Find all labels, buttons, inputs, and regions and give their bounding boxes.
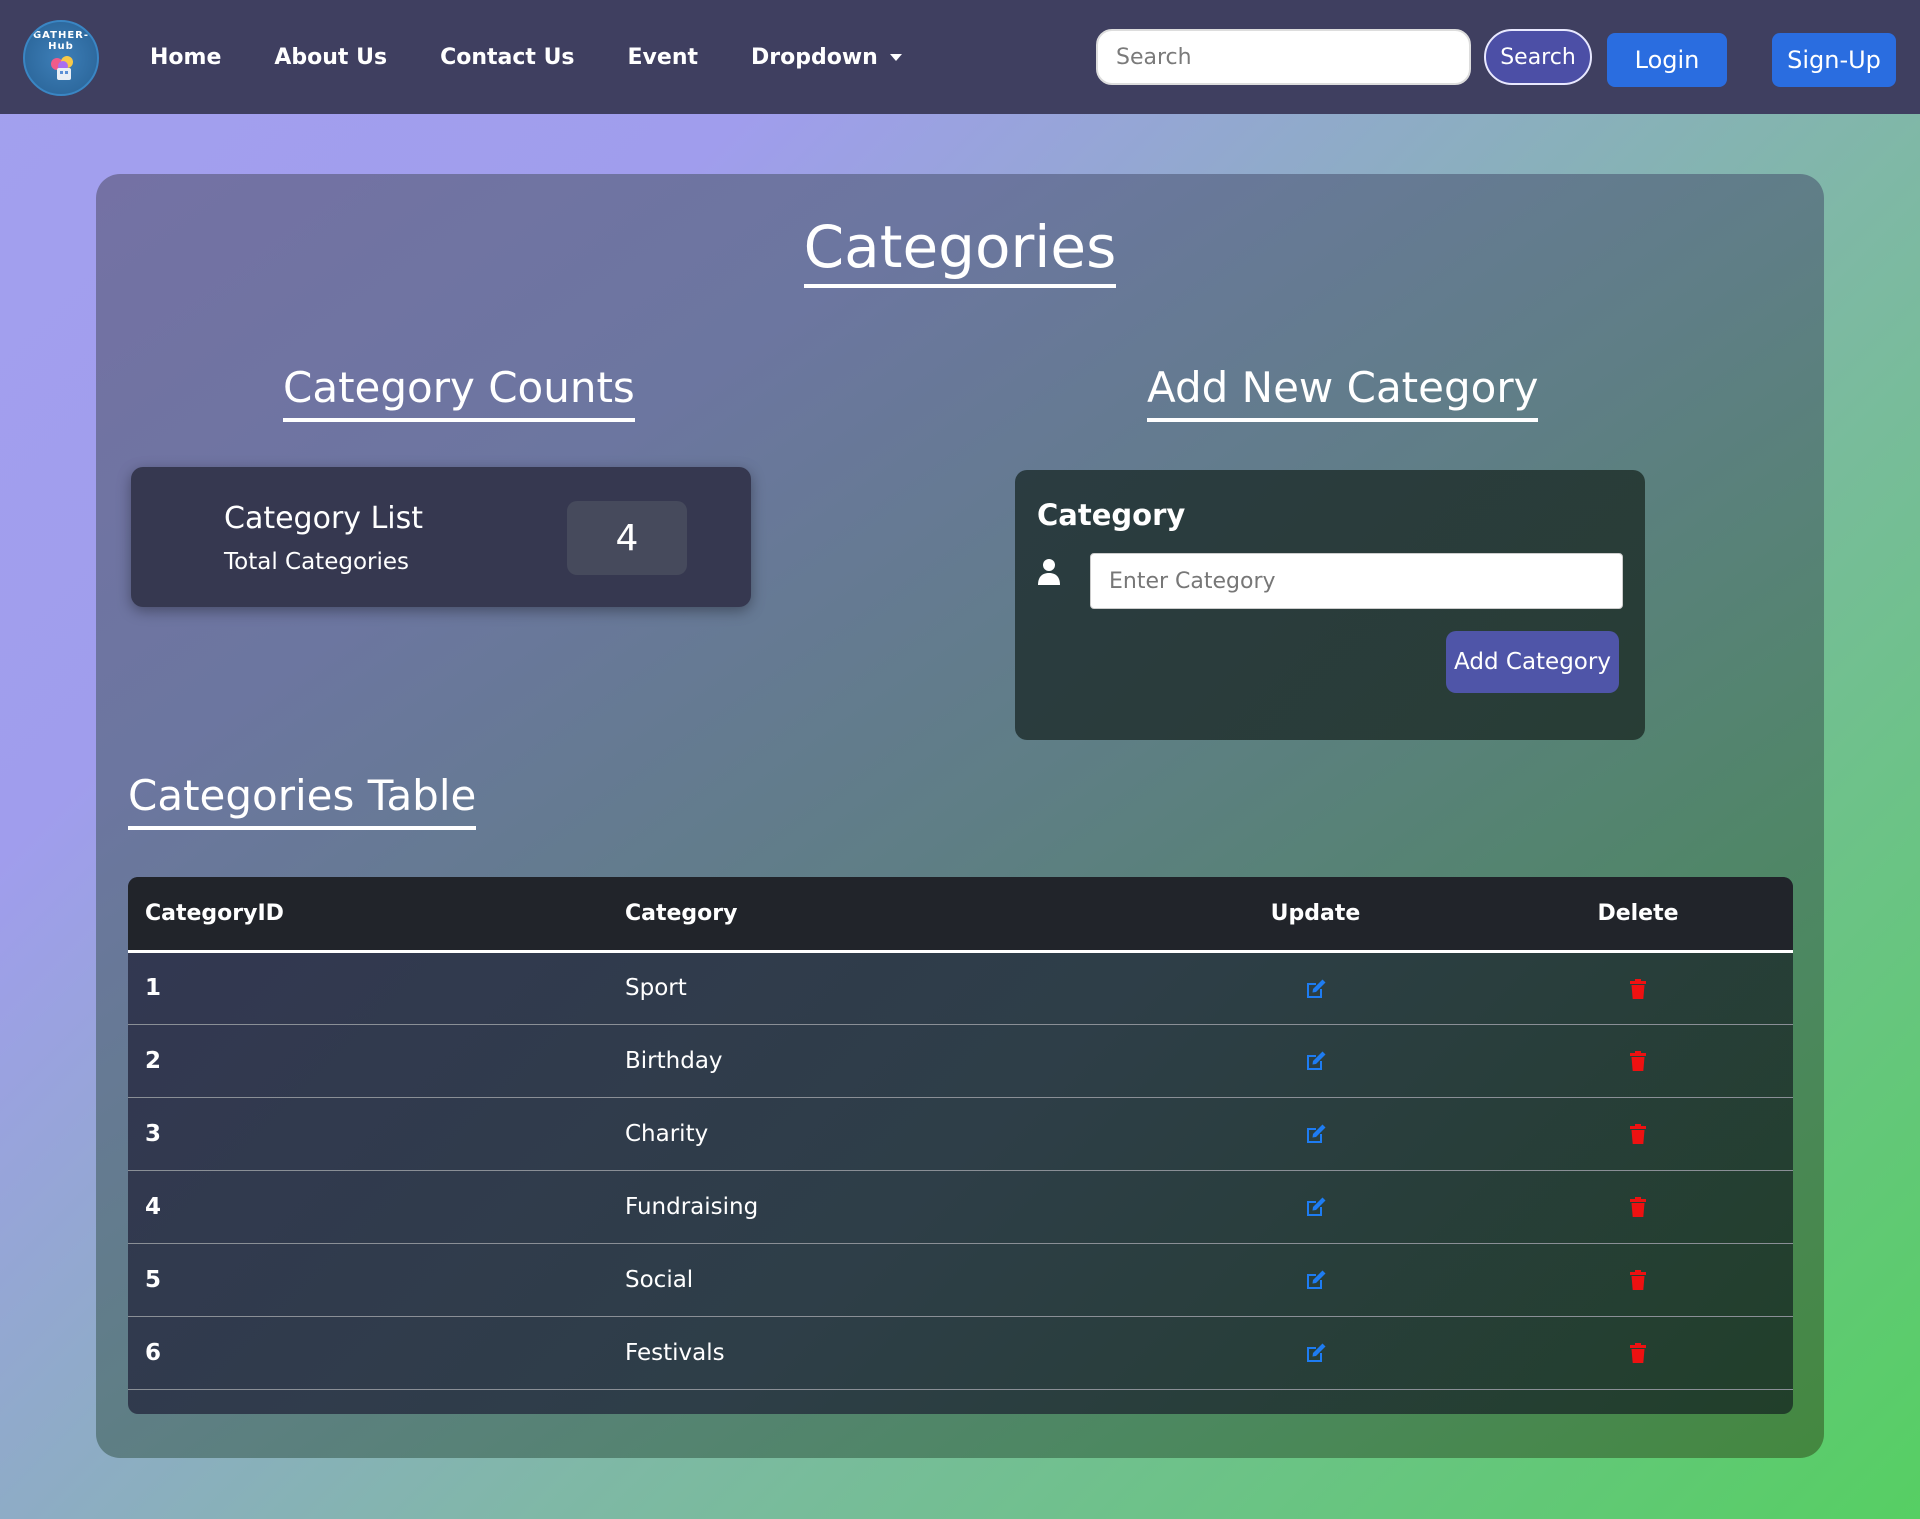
edit-icon[interactable]	[1304, 977, 1328, 1001]
caret-down-icon	[889, 53, 902, 61]
delete-cell	[1483, 1243, 1793, 1316]
nav-links: Home About Us Contact Us Event Dropdown	[150, 0, 955, 114]
nav-home-link[interactable]: Home	[150, 45, 221, 70]
delete-cell	[1483, 1316, 1793, 1389]
category-id-cell: 4	[145, 1193, 162, 1220]
trash-icon[interactable]	[1626, 1195, 1650, 1219]
table-row: 2 Birthday	[128, 1024, 1793, 1097]
edit-icon[interactable]	[1304, 1049, 1328, 1073]
main-card: Categories Category Counts Add New Categ…	[96, 174, 1824, 1458]
table-row: 4 Fundraising	[128, 1170, 1793, 1243]
update-cell	[1148, 1170, 1483, 1243]
add-category-form: Category Add Category	[1015, 470, 1645, 740]
category-input[interactable]	[1090, 553, 1623, 609]
gather-hub-logo[interactable]: GATHER-Hub	[23, 20, 99, 96]
trash-icon[interactable]	[1626, 1268, 1650, 1292]
logo-text: GATHER-Hub	[32, 30, 90, 52]
category-name-cell: Festivals	[625, 1339, 725, 1366]
count-card-subtitle: Total Categories	[224, 549, 409, 575]
category-name-cell: Charity	[625, 1120, 709, 1147]
nav-dropdown-toggle[interactable]: Dropdown	[751, 45, 902, 70]
delete-cell	[1483, 1097, 1793, 1170]
col-header-category-id: CategoryID	[145, 900, 284, 926]
edit-icon[interactable]	[1304, 1268, 1328, 1292]
update-cell	[1148, 1316, 1483, 1389]
total-categories-badge: 4	[567, 501, 687, 575]
nav-about-link[interactable]: About Us	[274, 45, 387, 70]
update-cell	[1148, 1243, 1483, 1316]
delete-cell	[1483, 1024, 1793, 1097]
update-cell	[1148, 1024, 1483, 1097]
table-body: 1 Sport 2 Birthday 3 Charity 4 Fundraising 5 Soci…	[128, 951, 1793, 1389]
table-row: 1 Sport	[128, 951, 1793, 1024]
table-header-row: CategoryID Category Update Delete	[128, 877, 1793, 951]
category-id-cell: 2	[145, 1047, 162, 1074]
update-cell	[1148, 1097, 1483, 1170]
category-id-cell: 6	[145, 1339, 162, 1366]
trash-icon[interactable]	[1626, 1122, 1650, 1146]
table-row: 6 Festivals	[128, 1316, 1793, 1389]
edit-icon[interactable]	[1304, 1341, 1328, 1365]
delete-cell	[1483, 1170, 1793, 1243]
nav-dropdown-label: Dropdown	[751, 44, 878, 70]
table-row: 3 Charity	[128, 1097, 1793, 1170]
search-input[interactable]	[1096, 29, 1471, 85]
category-count-card: Category List Total Categories 4	[131, 467, 751, 607]
category-name-cell: Fundraising	[625, 1193, 759, 1220]
page-title: Categories	[803, 212, 1117, 288]
table-row: 5 Social	[128, 1243, 1793, 1316]
trash-icon[interactable]	[1626, 977, 1650, 1001]
category-name-cell: Social	[625, 1266, 694, 1293]
update-cell	[1148, 951, 1483, 1024]
edit-icon[interactable]	[1304, 1122, 1328, 1146]
category-id-cell: 1	[145, 975, 162, 1001]
col-header-update: Update	[1270, 900, 1361, 926]
category-counts-heading: Category Counts	[283, 360, 635, 422]
user-icon	[1038, 559, 1060, 585]
delete-cell	[1483, 951, 1793, 1024]
categories-table-heading: Categories Table	[128, 768, 477, 830]
nav-contact-link[interactable]: Contact Us	[440, 45, 574, 70]
nav-event-link[interactable]: Event	[628, 45, 698, 70]
trash-icon[interactable]	[1626, 1049, 1650, 1073]
login-button[interactable]: Login	[1607, 33, 1727, 87]
logo-emblem-icon	[51, 56, 73, 80]
category-field-label: Category	[1037, 498, 1186, 532]
add-category-button[interactable]: Add Category	[1446, 631, 1619, 693]
category-name-cell: Sport	[625, 975, 687, 1001]
col-header-category: Category	[625, 900, 738, 926]
category-name-cell: Birthday	[625, 1047, 723, 1074]
categories-table-container: CategoryID Category Update Delete 1 Sport…	[128, 877, 1793, 1414]
trash-icon[interactable]	[1626, 1341, 1650, 1365]
add-category-heading: Add New Category	[1147, 360, 1539, 422]
navbar: GATHER-Hub Home About Us Contact Us Even…	[0, 0, 1920, 114]
page-title-wrap: Categories	[96, 212, 1824, 288]
category-id-cell: 3	[145, 1120, 162, 1147]
count-card-title: Category List	[224, 501, 424, 536]
category-id-cell: 5	[145, 1266, 162, 1293]
search-button[interactable]: Search	[1484, 29, 1592, 85]
categories-table: CategoryID Category Update Delete 1 Sport…	[128, 877, 1793, 1390]
edit-icon[interactable]	[1304, 1195, 1328, 1219]
signup-button[interactable]: Sign-Up	[1772, 33, 1896, 87]
col-header-delete: Delete	[1597, 900, 1679, 926]
